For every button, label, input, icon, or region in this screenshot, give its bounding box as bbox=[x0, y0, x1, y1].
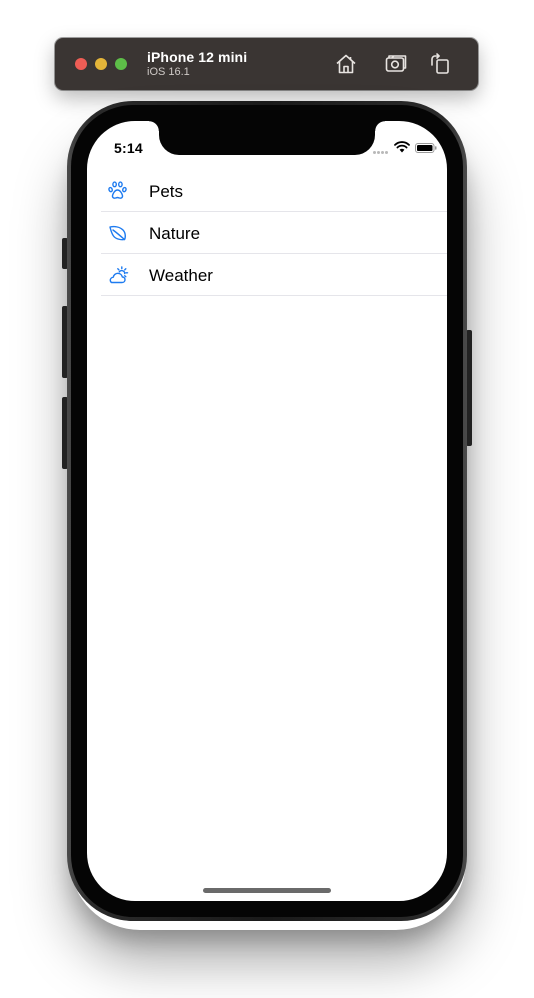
pawprint-icon bbox=[107, 180, 129, 202]
screenshot-icon[interactable] bbox=[384, 52, 408, 76]
minimize-window-icon[interactable] bbox=[95, 58, 107, 70]
list-item-weather[interactable]: Weather bbox=[87, 254, 447, 296]
cellular-signal-icon bbox=[373, 150, 391, 154]
wifi-icon bbox=[394, 141, 410, 153]
category-list: Pets Nature Weather bbox=[87, 170, 447, 296]
zoom-window-icon[interactable] bbox=[115, 58, 127, 70]
leaf-icon bbox=[107, 222, 129, 244]
battery-icon bbox=[415, 143, 437, 153]
home-indicator[interactable] bbox=[203, 888, 331, 893]
cloud-sun-icon bbox=[107, 264, 129, 286]
rotate-icon[interactable] bbox=[428, 52, 452, 76]
device-screen: 5:14 Pets Nature Weather bbox=[87, 121, 447, 901]
os-version: iOS 16.1 bbox=[147, 66, 190, 78]
close-window-icon[interactable] bbox=[75, 58, 87, 70]
list-item-nature[interactable]: Nature bbox=[87, 212, 447, 254]
simulator-title-bar: iPhone 12 mini iOS 16.1 bbox=[55, 38, 478, 90]
home-icon[interactable] bbox=[334, 52, 358, 76]
notch bbox=[149, 121, 385, 155]
list-item-label: Pets bbox=[149, 182, 184, 201]
list-item-pets[interactable]: Pets bbox=[87, 170, 447, 212]
simulator-stage: iPhone 12 mini iOS 16.1 5:14 Pets Nature… bbox=[0, 0, 534, 998]
list-item-label: Weather bbox=[149, 266, 213, 285]
status-time: 5:14 bbox=[114, 140, 143, 156]
window-title-block: iPhone 12 mini iOS 16.1 bbox=[147, 49, 247, 79]
device-name: iPhone 12 mini bbox=[147, 49, 248, 65]
list-item-label: Nature bbox=[149, 224, 201, 243]
